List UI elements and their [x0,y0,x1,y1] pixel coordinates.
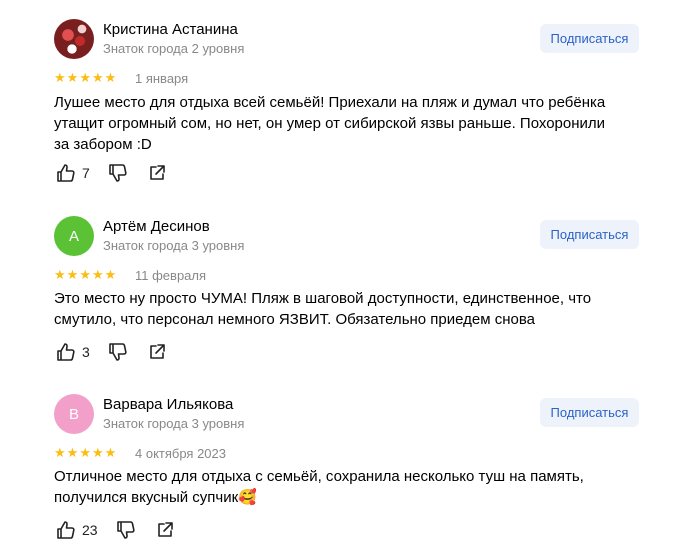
share-icon [157,522,173,537]
star-icon: ★ [54,267,66,282]
star-icon: ★ [66,267,79,282]
share-button[interactable] [156,521,174,539]
like-count: 23 [82,522,98,538]
dislike-button[interactable] [108,163,128,183]
reviewer-level: Знаток города 2 уровня [103,41,245,56]
like-icon [57,164,75,182]
star-icon: ★ [79,445,91,460]
avatar-letter: А [68,227,79,245]
star-icon: ★ [54,70,66,85]
like-icon [57,521,75,539]
review-actions: 7 [56,163,166,183]
star-icon: ★ [91,70,104,85]
review-text: Отличное место для отдыха с семьёй, сохр… [54,468,584,506]
star-icon: ★ [54,445,66,460]
avatar[interactable] [54,19,94,59]
subscribe-button[interactable]: Подписаться [540,24,639,53]
star-icon: ★ [79,70,91,85]
star-icon: ★ [104,70,117,85]
star-icon: ★ [104,267,117,282]
star-icon: ★ [66,445,79,460]
star-icon: ★ [91,445,104,460]
star-icon: ★ [104,445,117,460]
review-actions: 3 [56,342,166,362]
like-button[interactable]: 7 [56,163,90,183]
reviewer-level: Знаток города 3 уровня [103,416,245,431]
review-actions: 23 [56,520,174,540]
rating-stars: ★ ★ ★ ★ ★ [54,268,116,281]
subscribe-button[interactable]: Подписаться [540,220,639,249]
dislike-button[interactable] [116,520,136,540]
dislike-icon [108,343,127,361]
share-button[interactable] [148,164,166,182]
review-text: Это место ну просто ЧУМА! Пляж в шаговой… [54,290,592,328]
avatar[interactable]: В [54,394,94,434]
like-count: 7 [82,165,90,181]
review-date: 4 октября 2023 [135,446,226,461]
like-button[interactable]: 23 [56,520,98,540]
reviewer-name[interactable]: Варвара Ильякова [103,396,233,413]
rating-stars: ★ ★ ★ ★ ★ [54,71,116,84]
review-date: 11 февраля [135,268,207,283]
avatar-letter: В [68,405,79,423]
star-icon: ★ [79,267,91,282]
like-icon [57,343,75,361]
subscribe-button[interactable]: Подписаться [540,398,639,427]
share-icon [149,165,165,180]
star-icon: ★ [91,267,104,282]
share-icon [149,344,165,359]
reviewer-level: Знаток города 3 уровня [103,238,245,253]
review-date: 1 января [135,71,189,86]
dislike-button[interactable] [108,342,128,362]
star-icon: ★ [66,70,79,85]
rating-stars: ★ ★ ★ ★ ★ [54,446,116,459]
review-text: Лушее место для отдыха всей семьёй! Прие… [54,94,606,153]
like-button[interactable]: 3 [56,342,90,362]
dislike-icon [116,521,135,539]
reviewer-name[interactable]: Кристина Астанина [103,21,238,38]
avatar[interactable]: А [54,216,94,256]
share-button[interactable] [148,343,166,361]
reviewer-name[interactable]: Артём Десинов [103,218,210,235]
dislike-icon [108,164,127,182]
like-count: 3 [82,344,90,360]
